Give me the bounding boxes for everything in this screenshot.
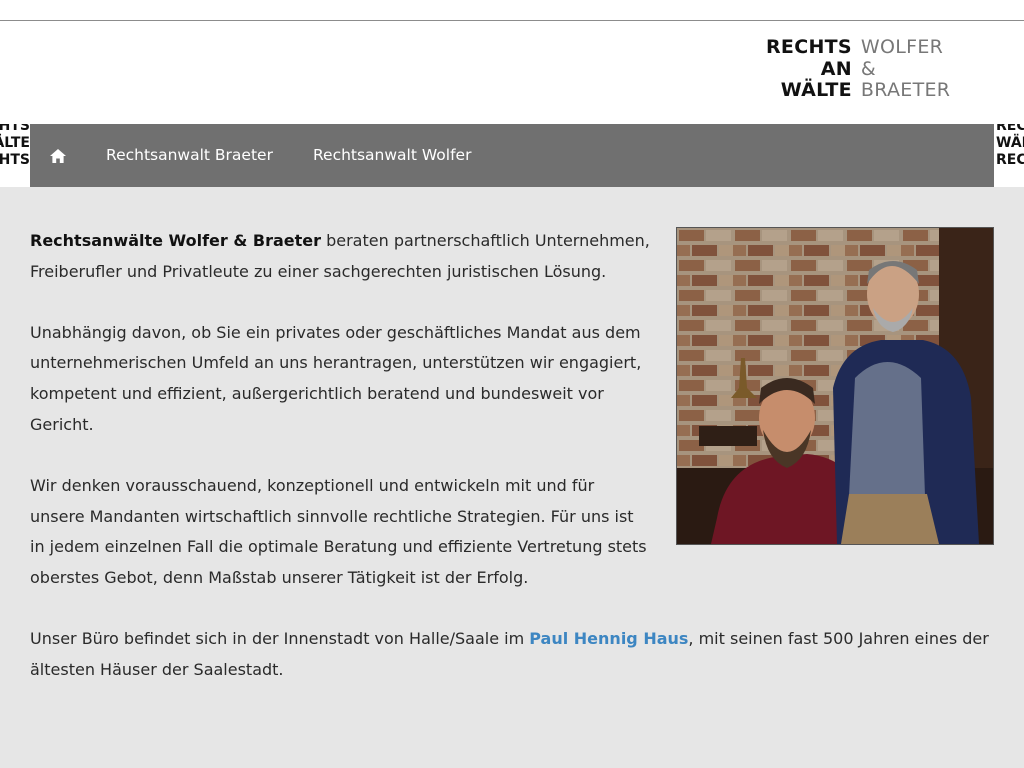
logo-line: WÄLTE bbox=[780, 79, 852, 101]
nav-home[interactable] bbox=[30, 124, 86, 187]
office-paragraph: Unser Büro befindet sich in der Innensta… bbox=[30, 624, 990, 686]
paul-hennig-haus-link[interactable]: Paul Hennig Haus bbox=[529, 629, 688, 648]
main-navigation: Rechtsanwalt Braeter Rechtsanwalt Wolfer bbox=[30, 124, 994, 187]
intro-firm-name: Rechtsanwälte Wolfer & Braeter bbox=[30, 231, 322, 250]
top-rule bbox=[0, 0, 1024, 21]
lawyers-photo bbox=[676, 227, 994, 545]
logo-strip-line: RECHTS bbox=[0, 124, 30, 134]
logo-strip-line: RECHTS bbox=[996, 152, 1024, 168]
logo-strip-line: RECHTS bbox=[996, 124, 1024, 134]
logo-line: AN bbox=[820, 57, 852, 80]
home-icon bbox=[50, 148, 66, 163]
office-text-before: Unser Büro befindet sich in der Innensta… bbox=[30, 628, 530, 648]
nav-item-rechtsanwalt-braeter[interactable]: Rechtsanwalt Braeter bbox=[86, 124, 293, 187]
logo-line: BRAETER bbox=[860, 79, 951, 101]
logo-left: RECHTS AN WÄLTE bbox=[766, 36, 852, 102]
lawyers-photo-image bbox=[677, 228, 993, 544]
nav-item-rechtsanwalt-wolfer[interactable]: Rechtsanwalt Wolfer bbox=[293, 124, 492, 187]
intro-paragraph: Rechtsanwälte Wolfer & Braeter beraten p… bbox=[30, 226, 650, 288]
logo-strip-right: RECHTS WÄLTE RECHTS bbox=[994, 124, 1024, 187]
logo-strip-line: WÄLTE bbox=[0, 135, 30, 151]
logo-strip-left: RECHTS WÄLTE RECHTS bbox=[0, 124, 30, 187]
logo-strip-line: RECHTS bbox=[0, 152, 30, 168]
logo-right: WOLFER & BRAETER bbox=[860, 36, 951, 102]
logo-line: RECHTS bbox=[766, 36, 852, 58]
main-content: Rechtsanwälte Wolfer & Braeter beraten p… bbox=[30, 226, 989, 716]
logo[interactable]: RECHTS AN WÄLTE WOLFER & BRAETER bbox=[766, 36, 951, 102]
logo-strip-line: WÄLTE bbox=[996, 135, 1024, 151]
strategy-paragraph: Wir denken vorausschauend, konzeptionell… bbox=[30, 475, 647, 588]
mandate-paragraph: Unabhängig davon, ob Sie ein privates od… bbox=[30, 322, 642, 434]
logo-line: & bbox=[860, 57, 877, 80]
header: RECHTS AN WÄLTE WOLFER & BRAETER bbox=[0, 21, 1024, 124]
logo-line: WOLFER bbox=[860, 36, 944, 58]
